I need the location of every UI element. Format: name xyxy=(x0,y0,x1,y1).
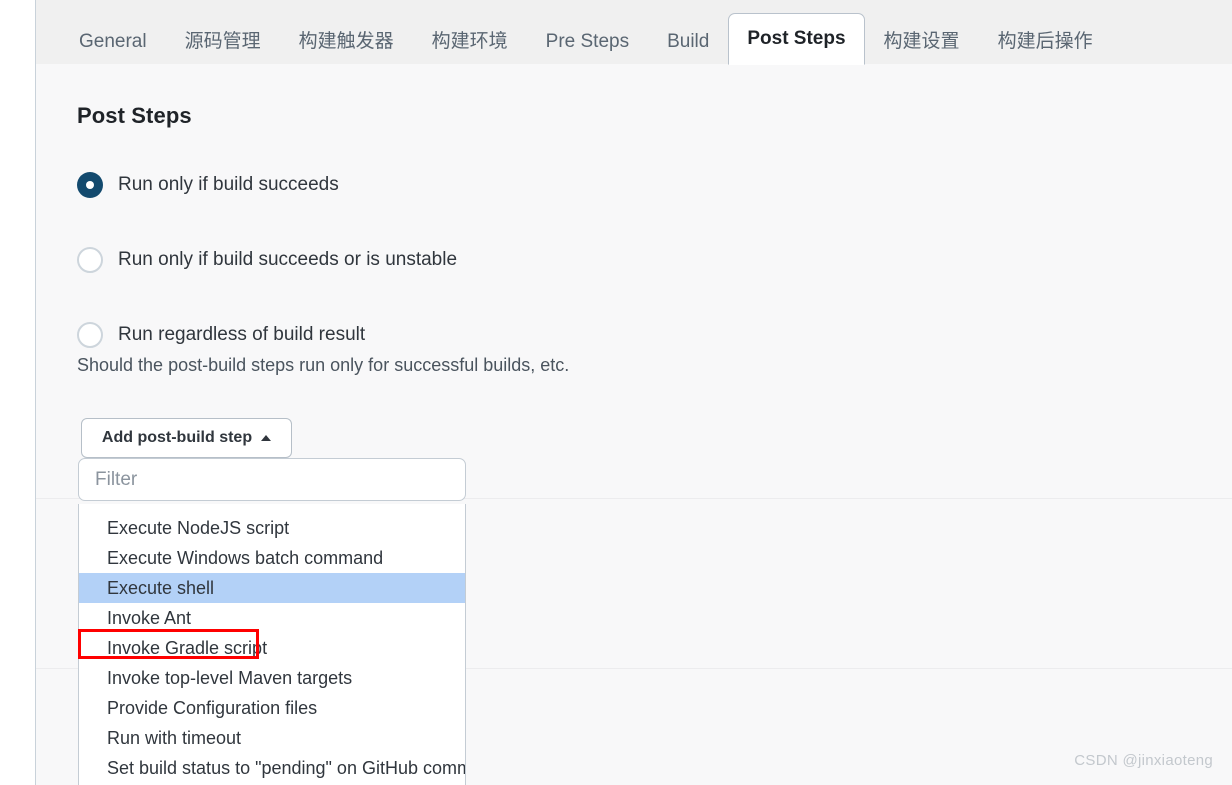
tab-4[interactable]: Pre Steps xyxy=(527,18,648,64)
add-post-build-step-label: Add post-build step xyxy=(101,429,253,446)
tab-label: 构建环境 xyxy=(431,31,508,52)
tab-6[interactable]: Post Steps xyxy=(728,13,865,65)
page-title: Post Steps xyxy=(77,103,192,128)
left-rail xyxy=(0,0,35,785)
dropdown-item-label: Set build status to "pending" on GitHub … xyxy=(107,758,466,778)
add-post-build-step-button[interactable]: Add post-build step xyxy=(81,418,292,458)
dropdown-item-label: Execute shell xyxy=(107,578,215,598)
config-tab-bar: General 源码管理 构建触发器 构建环境 Pre Steps Build Post S… xyxy=(36,0,1232,65)
dropdown-item-label: Invoke Gradle script xyxy=(107,638,268,658)
filter-input[interactable] xyxy=(78,458,466,501)
dropdown-item[interactable]: Run with timeout xyxy=(79,723,465,753)
jenkins-job-config-page: General 源码管理 构建触发器 构建环境 Pre Steps Build Post S… xyxy=(0,0,1232,785)
tab-label: General xyxy=(79,31,147,52)
radio-run-if-succeeds[interactable] xyxy=(77,172,103,198)
dropdown-item[interactable]: Provide Configuration files xyxy=(79,693,465,723)
dropdown-item[interactable]: Execute NodeJS script xyxy=(79,513,465,543)
post-build-step-dropdown[interactable]: Execute NodeJS script Execute Windows bat… xyxy=(78,504,466,785)
tab-label: 构建后操作 xyxy=(997,31,1093,52)
radio-run-regardless[interactable] xyxy=(77,322,103,348)
tab-8[interactable]: 构建后操作 xyxy=(979,18,1112,64)
dropdown-item[interactable]: Set build status to "pending" on GitHub … xyxy=(79,753,465,783)
dropdown-item[interactable]: Invoke Ant xyxy=(79,603,465,633)
tab-0[interactable]: General xyxy=(60,18,166,64)
dropdown-item-label: Execute Windows batch command xyxy=(107,548,384,568)
tab-3[interactable]: 构建环境 xyxy=(413,18,527,64)
radio-row-run-regardless[interactable]: Run regardless of build result xyxy=(77,322,365,348)
dropdown-item-label: Invoke Ant xyxy=(107,608,192,628)
tab-label: Post Steps xyxy=(747,28,846,49)
tab-label: Build xyxy=(667,31,710,52)
dropdown-item[interactable]: Execute shell xyxy=(79,573,465,603)
radio-run-if-succeeds-or-unstable[interactable] xyxy=(77,247,103,273)
dropdown-item-label: Provide Configuration files xyxy=(107,698,318,718)
tab-7[interactable]: 构建设置 xyxy=(865,18,979,64)
radio-row-run-if-succeeds[interactable]: Run only if build succeeds xyxy=(77,172,339,198)
dropdown-item-label: Execute NodeJS script xyxy=(107,518,290,538)
radio-row-run-if-succeeds-or-unstable[interactable]: Run only if build succeeds or is unstabl… xyxy=(77,247,457,273)
radio-label-run-regardless: Run regardless of build result xyxy=(118,324,366,345)
dropdown-item[interactable]: Execute Windows batch command xyxy=(79,543,465,573)
tab-5[interactable]: Build xyxy=(648,18,728,64)
dropdown-item-label: Invoke top-level Maven targets xyxy=(107,668,353,688)
radio-label-run-if-succeeds-or-unstable: Run only if build succeeds or is unstabl… xyxy=(118,249,458,270)
post-steps-panel: Post Steps Run only if build succeeds Ru… xyxy=(36,64,1232,785)
dropdown-item[interactable]: Invoke top-level Maven targets xyxy=(79,663,465,693)
dropdown-item-label: Run with timeout xyxy=(107,728,242,748)
dropdown-item[interactable]: Invoke Gradle script xyxy=(79,633,465,663)
radio-label-run-if-succeeds: Run only if build succeeds xyxy=(118,174,339,195)
post-steps-help-text: Should the post-build steps run only for… xyxy=(77,355,570,375)
tab-label: Pre Steps xyxy=(545,31,630,52)
tab-2[interactable]: 构建触发器 xyxy=(280,18,413,64)
caret-up-icon xyxy=(261,435,272,441)
tab-1[interactable]: 源码管理 xyxy=(166,18,280,64)
tab-label: 源码管理 xyxy=(184,31,261,52)
watermark: CSDN @jinxiaoteng xyxy=(1074,752,1213,769)
tab-label: 构建设置 xyxy=(883,31,960,52)
left-rail-divider xyxy=(35,0,36,785)
tab-label: 构建触发器 xyxy=(298,31,394,52)
